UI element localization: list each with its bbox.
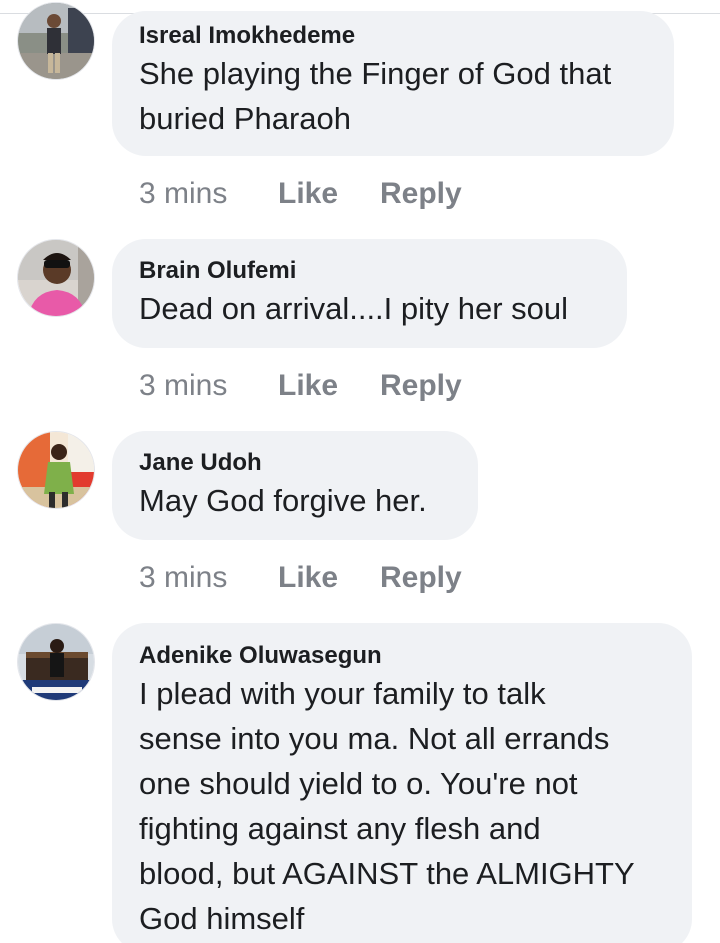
comment-text-line: one should yield to o. You're not bbox=[139, 766, 578, 801]
comment-text-line: fighting against any flesh and bbox=[139, 811, 541, 846]
comment-author[interactable]: Isreal Imokhedeme bbox=[139, 21, 648, 51]
like-button[interactable]: Like bbox=[278, 558, 338, 598]
comment-author[interactable]: Jane Udoh bbox=[139, 448, 452, 478]
comment-text-line: Dead on arrival....I pity her soul bbox=[139, 291, 569, 326]
comment-bubble[interactable]: Isreal Imokhedeme She playing the Finger… bbox=[112, 11, 674, 156]
reply-button[interactable]: Reply bbox=[380, 174, 462, 214]
comment-text-line: She playing the Finger of God that bbox=[139, 56, 612, 91]
avatar[interactable] bbox=[17, 431, 95, 509]
like-button[interactable]: Like bbox=[278, 366, 338, 406]
like-button[interactable]: Like bbox=[278, 174, 338, 214]
reply-button[interactable]: Reply bbox=[380, 366, 462, 406]
avatar[interactable] bbox=[17, 2, 95, 80]
avatar-photo-icon bbox=[18, 624, 94, 700]
comment-bubble[interactable]: Brain Olufemi Dead on arrival....I pity … bbox=[112, 239, 627, 348]
comment-author[interactable]: Adenike Oluwasegun bbox=[139, 641, 666, 671]
comment-text-line: God himself bbox=[139, 901, 305, 936]
avatar-photo-icon bbox=[18, 3, 94, 79]
comment-bubble[interactable]: Jane Udoh May God forgive her. bbox=[112, 431, 478, 540]
comment-text-line: I plead with your family to talk bbox=[139, 676, 546, 711]
comments-screen: Isreal Imokhedeme She playing the Finger… bbox=[0, 0, 720, 943]
comment-timestamp: 3 mins bbox=[139, 369, 228, 402]
avatar-photo-icon bbox=[18, 432, 94, 508]
comment-timestamp: 3 mins bbox=[139, 561, 228, 594]
reply-button[interactable]: Reply bbox=[380, 558, 462, 598]
comment-timestamp: 3 mins bbox=[139, 177, 228, 210]
avatar[interactable] bbox=[17, 239, 95, 317]
comment-author[interactable]: Brain Olufemi bbox=[139, 256, 601, 286]
comment-text-line: blood, but AGAINST the ALMIGHTY bbox=[139, 856, 635, 891]
avatar[interactable] bbox=[17, 623, 95, 701]
comment-text-line: sense into you ma. Not all errands bbox=[139, 721, 610, 756]
comment-text-line: May God forgive her. bbox=[139, 483, 427, 518]
comment-text-line: buried Pharaoh bbox=[139, 101, 351, 136]
comment-bubble[interactable]: Adenike Oluwasegun I plead with your fam… bbox=[112, 623, 692, 943]
avatar-photo-icon bbox=[18, 240, 94, 316]
